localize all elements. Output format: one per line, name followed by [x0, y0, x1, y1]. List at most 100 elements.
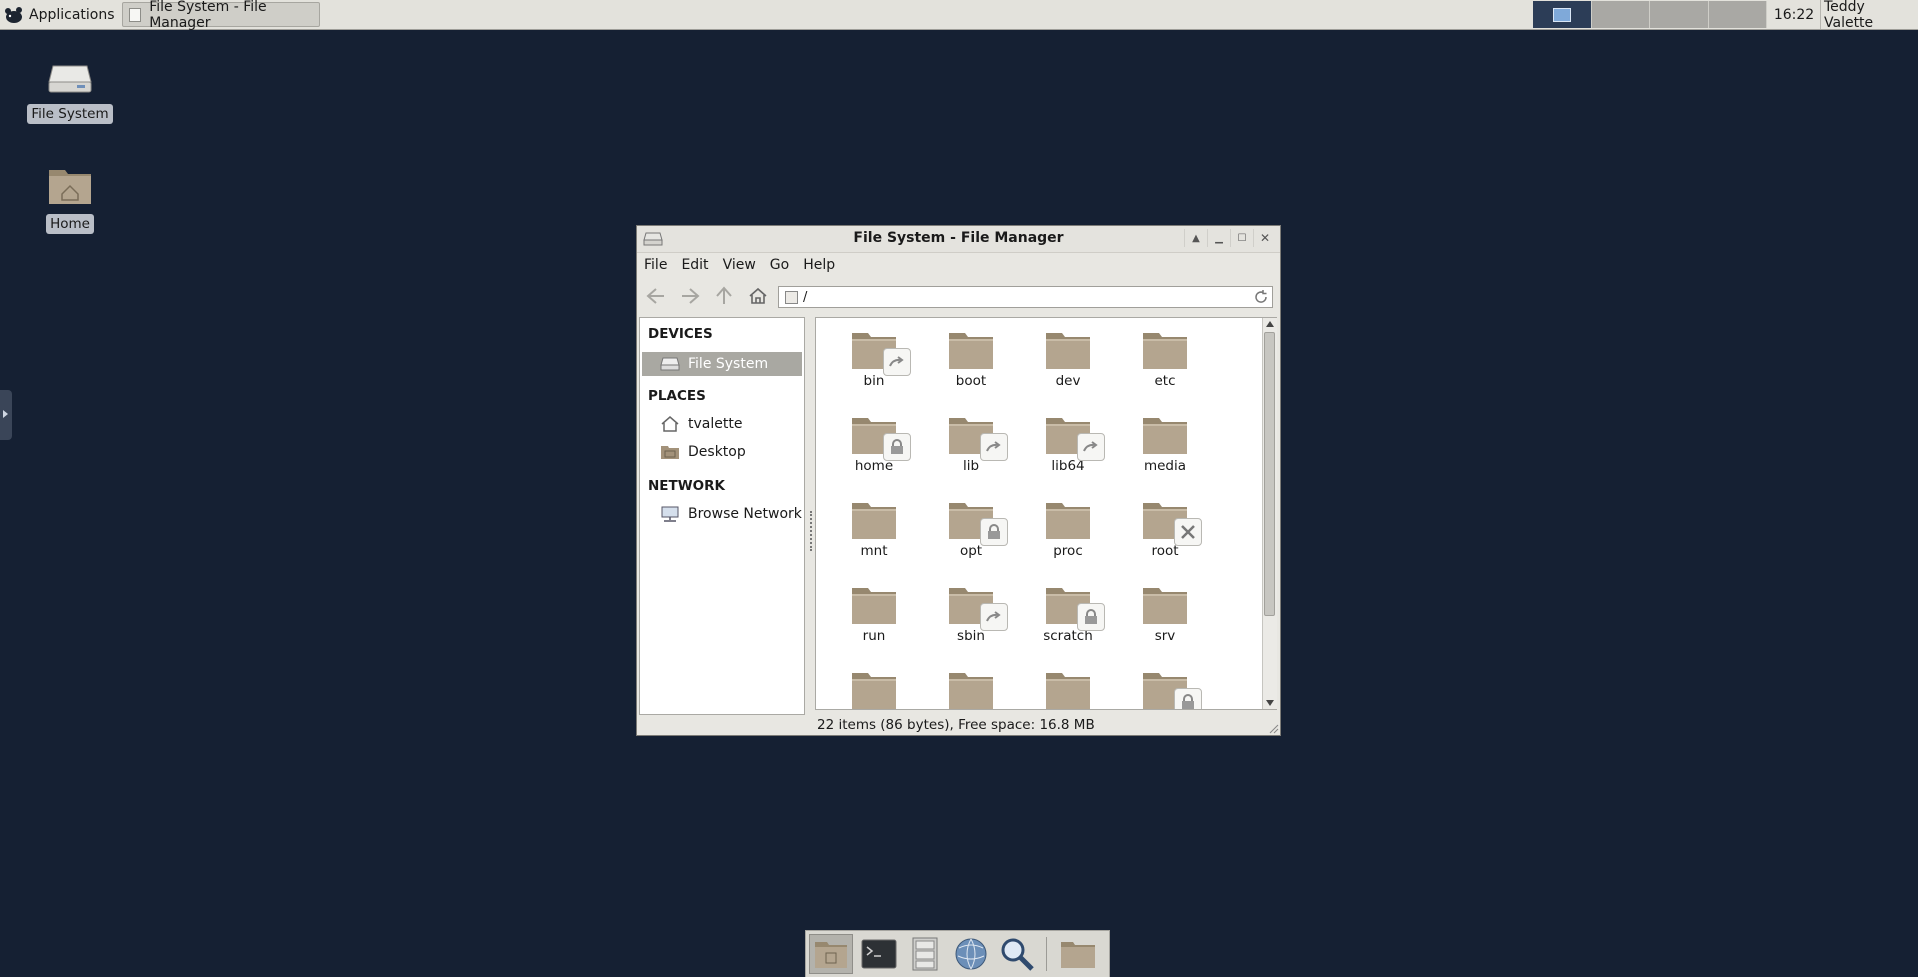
vertical-scrollbar[interactable] — [1262, 318, 1277, 709]
dock-web-browser[interactable] — [949, 934, 993, 974]
emblem-badge — [883, 433, 911, 461]
file-item[interactable]: boot — [925, 330, 1017, 389]
network-heading: NETWORK — [648, 478, 725, 494]
arrow-up-icon: ▲ — [1192, 232, 1200, 244]
folder-icon — [851, 585, 897, 625]
symlink-emblem-icon — [986, 611, 1001, 622]
folder-icon — [1142, 415, 1188, 455]
file-name: srv — [1154, 628, 1176, 644]
file-item[interactable]: etc — [1119, 330, 1211, 389]
minimize-button[interactable]: ▁ — [1207, 229, 1230, 247]
file-item[interactable]: proc — [1022, 500, 1114, 559]
lock-emblem-icon — [891, 439, 903, 454]
menu-file[interactable]: File — [637, 257, 674, 273]
folder-icon — [851, 670, 897, 709]
file-name: dev — [1055, 373, 1081, 389]
menu-help[interactable]: Help — [796, 257, 842, 273]
folder-icon — [948, 330, 994, 370]
desktop-icon-home[interactable]: Home — [20, 164, 120, 234]
folder-icon — [1142, 330, 1188, 370]
file-item[interactable]: media — [1119, 415, 1211, 474]
file-item[interactable]: scratch — [1022, 585, 1114, 644]
taskbar-item-file-manager[interactable]: File System - File Manager — [122, 0, 320, 31]
home-button[interactable] — [745, 283, 771, 309]
devices-heading: DEVICES — [648, 326, 713, 342]
sidebar-item-label: tvalette — [688, 416, 743, 432]
workspace-2[interactable] — [1591, 1, 1650, 28]
file-item[interactable] — [828, 670, 920, 709]
menu-edit[interactable]: Edit — [674, 257, 715, 273]
menu-go[interactable]: Go — [763, 257, 796, 273]
maximize-button[interactable]: ☐ — [1230, 229, 1253, 247]
scroll-up-icon[interactable] — [1266, 321, 1274, 327]
file-item[interactable]: bin — [828, 330, 920, 389]
file-item[interactable]: sbin — [925, 585, 1017, 644]
file-item[interactable]: dev — [1022, 330, 1114, 389]
file-item[interactable]: lib64 — [1022, 415, 1114, 474]
desktop-icon-label: Home — [46, 214, 94, 234]
folder-icon — [1142, 500, 1202, 546]
sidebar-item-tvalette[interactable]: tvalette — [642, 412, 802, 436]
drive-icon — [785, 290, 798, 304]
window-titlebar[interactable]: File System - File Manager ▲ ▁ ☐ ✕ — [637, 226, 1280, 253]
user-menu[interactable]: Teddy Valette — [1824, 0, 1918, 31]
workspace-switcher — [1533, 1, 1767, 28]
sidebar-item-desktop[interactable]: Desktop — [642, 440, 802, 464]
workspace-3[interactable] — [1650, 1, 1709, 28]
dock-file-manager[interactable] — [809, 934, 853, 974]
dock-folder[interactable] — [1056, 934, 1100, 974]
window-buttons: ▲ ▁ ☐ ✕ — [1184, 229, 1276, 247]
dock-search[interactable] — [995, 934, 1039, 974]
home-folder-icon — [49, 170, 91, 204]
file-item[interactable]: opt — [925, 500, 1017, 559]
back-button[interactable] — [643, 283, 669, 309]
close-button[interactable]: ✕ — [1253, 229, 1276, 247]
folder-icon — [1142, 585, 1188, 625]
reload-icon[interactable] — [1253, 289, 1269, 305]
file-item[interactable]: run — [828, 585, 920, 644]
forward-button[interactable] — [677, 283, 703, 309]
drive-icon — [48, 65, 92, 93]
folder-icon — [948, 670, 994, 709]
workspace-4[interactable] — [1708, 1, 1767, 28]
location-bar[interactable]: / — [778, 286, 1273, 308]
file-item[interactable]: srv — [1119, 585, 1211, 644]
desktop-folder-icon — [661, 446, 679, 459]
emblem-badge — [980, 603, 1008, 631]
sidebar-item-file-system[interactable]: File System — [642, 352, 802, 376]
file-name: boot — [955, 373, 987, 389]
mini-window-icon — [1552, 7, 1571, 22]
maximize-icon: ☐ — [1237, 232, 1247, 244]
dock-file-cabinet[interactable] — [903, 934, 947, 974]
symlink-emblem-icon — [1083, 441, 1098, 452]
menu-view[interactable]: View — [716, 257, 763, 273]
file-item[interactable]: mnt — [828, 500, 920, 559]
top-panel: Applications File System - File Manager … — [0, 0, 1918, 31]
sidebar-item-label: Desktop — [688, 444, 746, 460]
desktop-icon-label: File System — [27, 104, 113, 124]
file-item[interactable] — [1119, 670, 1211, 709]
desktop-icon-file-system[interactable]: File System — [20, 60, 120, 124]
file-name: etc — [1154, 373, 1176, 389]
up-button[interactable] — [711, 283, 737, 309]
file-item[interactable] — [1022, 670, 1114, 709]
workspace-1[interactable] — [1533, 1, 1592, 28]
side-panel-handle[interactable] — [0, 390, 12, 440]
resize-grip-icon[interactable] — [1267, 722, 1279, 734]
file-item[interactable] — [925, 670, 1017, 709]
dock-terminal[interactable] — [857, 934, 901, 974]
web-browser-icon — [955, 938, 987, 970]
scroll-down-icon[interactable] — [1266, 700, 1274, 706]
file-item[interactable]: home — [828, 415, 920, 474]
network-icon — [661, 506, 679, 522]
clock[interactable]: 16:22 — [1768, 0, 1821, 29]
scrollbar-thumb[interactable] — [1264, 332, 1275, 616]
roll-up-button[interactable]: ▲ — [1184, 229, 1207, 247]
file-item[interactable]: root — [1119, 500, 1211, 559]
file-item[interactable]: lib — [925, 415, 1017, 474]
file-icon-view: bin boot dev etc home lib lib64 media mnt opt proc… — [815, 317, 1277, 710]
emblem-badge — [980, 433, 1008, 461]
sidebar-item-browse-network[interactable]: Browse Network — [642, 502, 802, 526]
applications-menu-button[interactable]: Applications — [0, 0, 118, 29]
symlink-emblem-icon — [986, 441, 1001, 452]
